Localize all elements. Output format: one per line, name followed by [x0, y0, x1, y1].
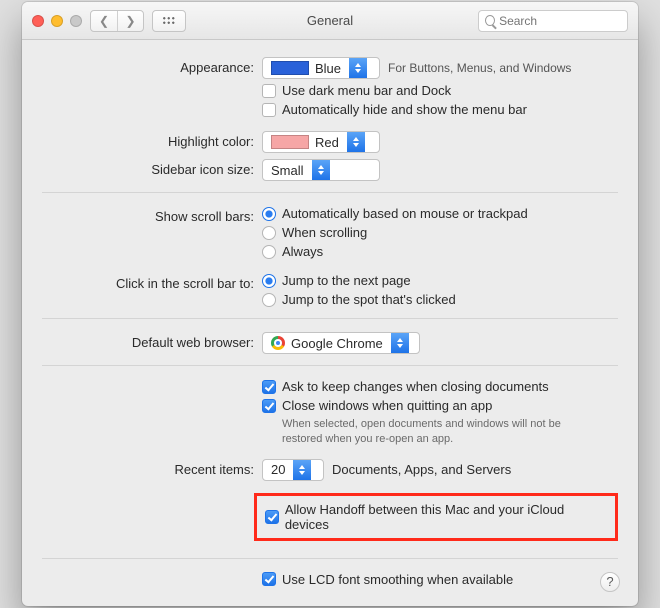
nav-back-forward: ❮ ❯: [90, 10, 144, 32]
highlight-label: Highlight color:: [42, 131, 262, 149]
browser-select[interactable]: Google Chrome: [262, 332, 420, 354]
preferences-window: ❮ ❯ General Appearance: Blue For Buttons…: [22, 2, 638, 606]
handoff-checkbox[interactable]: Allow Handoff between this Mac and your …: [265, 502, 607, 532]
pane-body: Appearance: Blue For Buttons, Menus, and…: [22, 40, 638, 606]
browser-value: Google Chrome: [291, 336, 383, 351]
appearance-value: Blue: [315, 61, 341, 76]
minimize-icon[interactable]: [51, 15, 63, 27]
appearance-hint: For Buttons, Menus, and Windows: [388, 61, 571, 75]
updown-icon: [293, 460, 311, 480]
updown-icon: [312, 160, 330, 180]
clickbar-spot-radio[interactable]: Jump to the spot that's clicked: [262, 292, 618, 307]
browser-label: Default web browser:: [42, 332, 262, 350]
recent-select[interactable]: 20: [262, 459, 324, 481]
close-windows-note: When selected, open documents and window…: [262, 417, 602, 447]
search-field[interactable]: [478, 10, 628, 32]
handoff-highlight: Allow Handoff between this Mac and your …: [254, 493, 618, 541]
scrollbars-always-radio[interactable]: Always: [262, 244, 618, 259]
highlight-select[interactable]: Red: [262, 131, 380, 153]
scrollbars-label: Show scroll bars:: [42, 206, 262, 224]
recent-suffix: Documents, Apps, and Servers: [332, 462, 511, 477]
sidebar-value: Small: [263, 163, 312, 178]
blue-swatch-icon: [271, 61, 309, 75]
close-icon[interactable]: [32, 15, 44, 27]
clickbar-label: Click in the scroll bar to:: [42, 273, 262, 291]
appearance-select[interactable]: Blue: [262, 57, 380, 79]
recent-value: 20: [263, 462, 293, 477]
recent-label: Recent items:: [42, 459, 262, 477]
updown-icon: [391, 333, 409, 353]
search-input[interactable]: [499, 14, 621, 28]
separator: [42, 558, 618, 559]
updown-icon: [349, 58, 367, 78]
show-all-button[interactable]: [152, 10, 186, 32]
grid-icon: [162, 16, 176, 26]
chrome-icon: [271, 336, 285, 350]
autohide-menu-checkbox[interactable]: Automatically hide and show the menu bar: [262, 102, 618, 117]
dark-menu-label: Use dark menu bar and Dock: [282, 83, 451, 98]
separator: [42, 318, 618, 319]
help-button[interactable]: ?: [600, 572, 620, 592]
separator: [42, 192, 618, 193]
window-controls: [32, 15, 82, 27]
sidebar-label: Sidebar icon size:: [42, 159, 262, 177]
red-swatch-icon: [271, 135, 309, 149]
forward-button[interactable]: ❯: [117, 11, 143, 31]
close-windows-checkbox[interactable]: Close windows when quitting an app: [262, 398, 618, 413]
separator: [42, 365, 618, 366]
dark-menu-checkbox[interactable]: Use dark menu bar and Dock: [262, 83, 618, 98]
ask-changes-checkbox[interactable]: Ask to keep changes when closing documen…: [262, 379, 618, 394]
zoom-icon: [70, 15, 82, 27]
scrollbars-scrolling-radio[interactable]: When scrolling: [262, 225, 618, 240]
clickbar-nextpage-radio[interactable]: Jump to the next page: [262, 273, 618, 288]
lcd-smoothing-checkbox[interactable]: Use LCD font smoothing when available: [262, 572, 618, 587]
search-icon: [485, 15, 495, 26]
appearance-label: Appearance:: [42, 57, 262, 75]
autohide-menu-label: Automatically hide and show the menu bar: [282, 102, 527, 117]
sidebar-select[interactable]: Small: [262, 159, 380, 181]
back-button[interactable]: ❮: [91, 11, 117, 31]
titlebar: ❮ ❯ General: [22, 2, 638, 40]
highlight-value: Red: [315, 135, 339, 150]
updown-icon: [347, 132, 365, 152]
scrollbars-auto-radio[interactable]: Automatically based on mouse or trackpad: [262, 206, 618, 221]
